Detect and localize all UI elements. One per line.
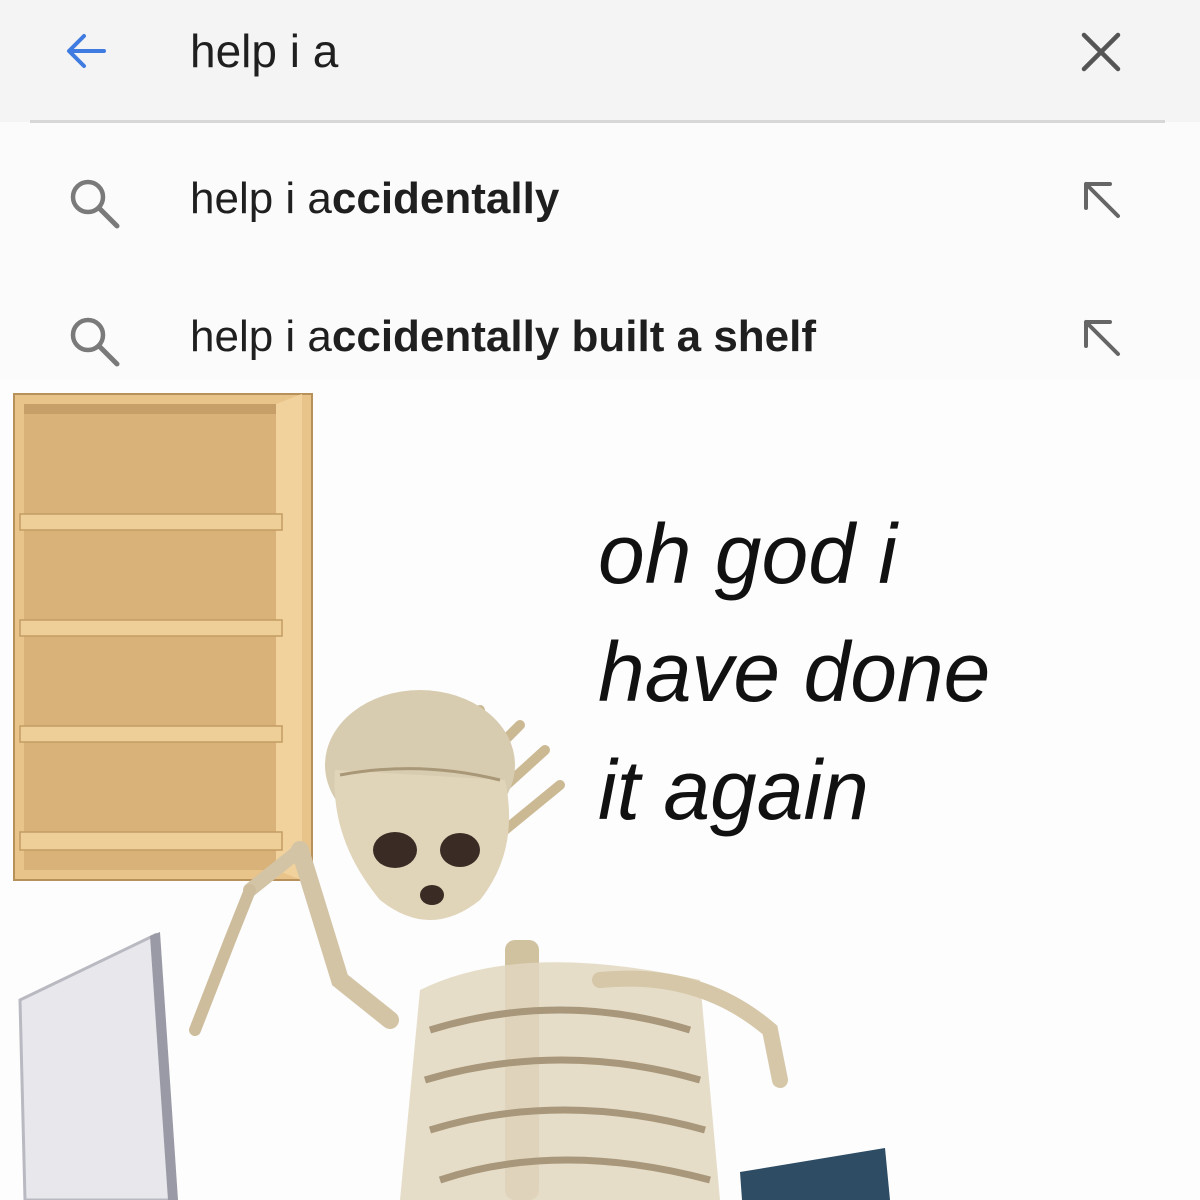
suggestion-completion: ccidentally built a shelf (331, 312, 817, 361)
chair-image (740, 1148, 890, 1200)
suggestion-item[interactable]: help i accidentally (0, 148, 1200, 248)
caption-line: oh god i (598, 507, 897, 601)
caption-line: have done (598, 625, 991, 719)
divider (30, 120, 1165, 123)
meme-image: oh god i have done it again (0, 380, 1200, 1200)
suggestion-prefix: help i a (190, 174, 332, 223)
search-input[interactable] (190, 22, 990, 80)
search-icon (70, 179, 120, 229)
suggestion-text: help i accidentally built a shelf (190, 312, 816, 362)
arrow-up-left-icon[interactable] (1076, 312, 1126, 362)
laptop-image (18, 932, 174, 1200)
close-icon[interactable] (1076, 27, 1126, 77)
search-bar (0, 0, 1200, 122)
meme-caption: oh god i have done it again (598, 495, 990, 849)
suggestion-prefix: help i a (190, 312, 332, 361)
suggestion-completion: ccidentally (331, 174, 560, 223)
search-icon (70, 317, 120, 367)
suggestion-text: help i accidentally (190, 174, 559, 224)
arrow-back-icon[interactable] (60, 25, 112, 77)
suggestion-item[interactable]: help i accidentally built a shelf (0, 286, 1200, 386)
arrow-up-left-icon[interactable] (1076, 174, 1126, 224)
caption-line: it again (598, 743, 869, 837)
